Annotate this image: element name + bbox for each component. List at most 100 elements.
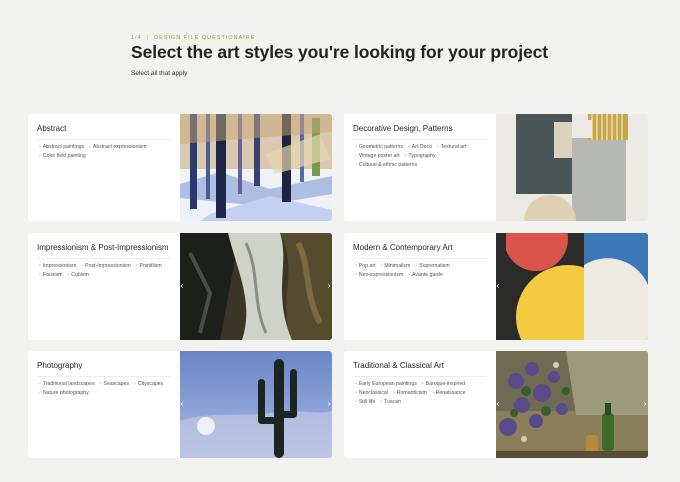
style-tag-label: Cultural & ethnic patterns <box>358 162 418 168</box>
style-tag: • Nature photography <box>37 390 89 396</box>
style-card-decorative-design[interactable]: Decorative Design, Patterns • Geometric p… <box>344 114 648 221</box>
style-tag-label: Impressionism <box>42 263 77 269</box>
bullet-dot-icon: • <box>355 263 357 269</box>
style-tag-label: Pointilism <box>139 263 162 269</box>
bullet-dot-icon: • <box>407 144 410 150</box>
bullet-dot-icon: • <box>380 263 383 269</box>
style-tag: • Pop art <box>353 263 376 269</box>
step-number: 1/4 <box>131 35 142 41</box>
bullet-dot-icon: • <box>355 162 357 168</box>
style-tag-label: Pop art <box>358 263 376 269</box>
chevron-left-icon[interactable]: ‹ <box>180 282 184 291</box>
style-tag-label: Early European paintings <box>358 381 417 387</box>
style-tag-label: Minimalism <box>384 263 411 269</box>
abstract-painting-image <box>180 114 332 221</box>
chevron-left-icon[interactable]: ‹ <box>496 400 500 409</box>
chevron-right-icon[interactable]: › <box>327 282 331 291</box>
bullet-dot-icon: • <box>39 263 41 269</box>
bullet-dot-icon: • <box>392 390 395 396</box>
style-tag: • Renaissance <box>430 390 466 396</box>
card-title: Decorative Design, Patterns <box>353 123 487 140</box>
style-tag-label: Fauvism <box>42 272 63 278</box>
style-tag-label: Tuscan <box>384 399 401 405</box>
style-tag: • Still life <box>353 399 375 405</box>
style-tag: • Post-Impressionism <box>79 263 130 269</box>
card-info: Decorative Design, Patterns • Geometric p… <box>344 114 496 221</box>
card-image-photography: ‹ › <box>180 351 332 458</box>
bullet-dot-icon: • <box>39 144 41 150</box>
style-tag: • Suprematism <box>413 263 449 269</box>
style-tag: • Cultural & ethnic patterns <box>353 162 417 168</box>
step-indicator: 1/4 | DESIGN FILE QUESTIONAIRE <box>131 35 255 41</box>
style-tag: • Cityscapes <box>132 381 163 387</box>
card-image-decorative <box>496 114 648 221</box>
card-info: Photography • Traditional landscapes • Seas… <box>28 351 180 458</box>
bullet-dot-icon: • <box>39 153 41 159</box>
bullet-dot-icon: • <box>355 144 357 150</box>
style-tag: • Avante garde <box>406 272 443 278</box>
tag-list: • Pop art • Minimalism • Suprematism • Neo-expr… <box>353 263 487 278</box>
style-tag: • Romanticism <box>391 390 427 396</box>
card-info: Traditional & Classical Art • Early Europ… <box>344 351 496 458</box>
step-separator: | <box>146 35 150 41</box>
style-card-photography[interactable]: Photography • Traditional landscapes • Seas… <box>28 351 332 458</box>
style-tag: • Neoclassical <box>353 390 388 396</box>
bullet-dot-icon: • <box>380 399 383 405</box>
section-label: DESIGN FILE QUESTIONAIRE <box>154 35 256 41</box>
style-tag: • Traditional landscapes <box>37 381 95 387</box>
chevron-left-icon[interactable]: ‹ <box>496 282 500 291</box>
bullet-dot-icon: • <box>355 381 357 387</box>
tag-list: • Geometric patterns • Art Deco • Textural ar… <box>353 144 487 168</box>
style-tag-label: Avante garde <box>412 272 443 278</box>
card-image-impressionism: ‹ › <box>180 233 332 340</box>
chevron-right-icon[interactable]: › <box>327 400 331 409</box>
still-life-painting-image <box>496 351 648 458</box>
bullet-dot-icon: • <box>421 381 424 387</box>
bullet-dot-icon: • <box>135 263 138 269</box>
tag-list: • Impressionism • Post-Impressionism • Pointi… <box>37 263 171 278</box>
style-tag-label: Seascapes <box>103 381 130 387</box>
card-title: Abstract <box>37 123 171 140</box>
style-tag-label: Cityscapes <box>137 381 164 387</box>
card-title: Modern & Contemporary Art <box>353 242 487 259</box>
bullet-dot-icon: • <box>355 390 357 396</box>
bullet-dot-icon: • <box>436 144 439 150</box>
style-tag: • Early European paintings <box>353 381 417 387</box>
style-tag-label: Textural art <box>440 144 467 150</box>
style-tag-label: Geometric patterns <box>358 144 403 150</box>
style-tag-label: Traditional landscapes <box>42 381 95 387</box>
style-card-traditional-classical[interactable]: Traditional & Classical Art • Early Europ… <box>344 351 648 458</box>
bullet-dot-icon: • <box>99 381 102 387</box>
card-image-traditional: ‹ › <box>496 351 648 458</box>
style-card-impressionism[interactable]: Impressionism & Post-Impressionism • Impr… <box>28 233 332 340</box>
style-tag: • Vintage poster art <box>353 153 400 159</box>
chevron-right-icon[interactable]: › <box>643 282 647 291</box>
style-tag-label: Renaissance <box>435 390 466 396</box>
tag-list: • Early European paintings • Baroque-inspir… <box>353 381 487 405</box>
style-tag: • Art Deco <box>406 144 432 150</box>
card-info: Impressionism & Post-Impressionism • Impr… <box>28 233 180 340</box>
style-tag: • Baroque-inspired <box>420 381 465 387</box>
style-card-modern-contemporary[interactable]: Modern & Contemporary Art • Pop art • Minim… <box>344 233 648 340</box>
tag-list: • Abstract paintings • Abstract expressioni… <box>37 144 171 159</box>
style-tag: • Seascapes <box>98 381 130 387</box>
bullet-dot-icon: • <box>355 153 357 159</box>
style-tag: • Abstract expressionism <box>87 144 146 150</box>
bullet-dot-icon: • <box>81 263 84 269</box>
style-tag: • Color field painting <box>37 153 86 159</box>
style-card-abstract[interactable]: Abstract • Abstract paintings • Abstract ex… <box>28 114 332 221</box>
style-tag: • Impressionism <box>37 263 76 269</box>
bullet-dot-icon: • <box>355 399 357 405</box>
page-subtitle: Select all that apply <box>131 70 188 77</box>
style-tag-label: Neo-expressionism <box>358 272 404 278</box>
style-tag-label: Suprematism <box>419 263 450 269</box>
style-tag-label: Nature photography <box>42 390 89 396</box>
chevron-left-icon[interactable]: ‹ <box>180 400 184 409</box>
style-tag-label: Post-Impressionism <box>85 263 131 269</box>
tag-list: • Traditional landscapes • Seascapes • Citysc… <box>37 381 171 396</box>
chevron-right-icon[interactable]: › <box>643 400 647 409</box>
style-tag-label: Abstract paintings <box>42 144 85 150</box>
cactus-photo-image <box>180 351 332 458</box>
bullet-dot-icon: • <box>431 390 434 396</box>
style-tag: • Tuscan <box>378 399 401 405</box>
